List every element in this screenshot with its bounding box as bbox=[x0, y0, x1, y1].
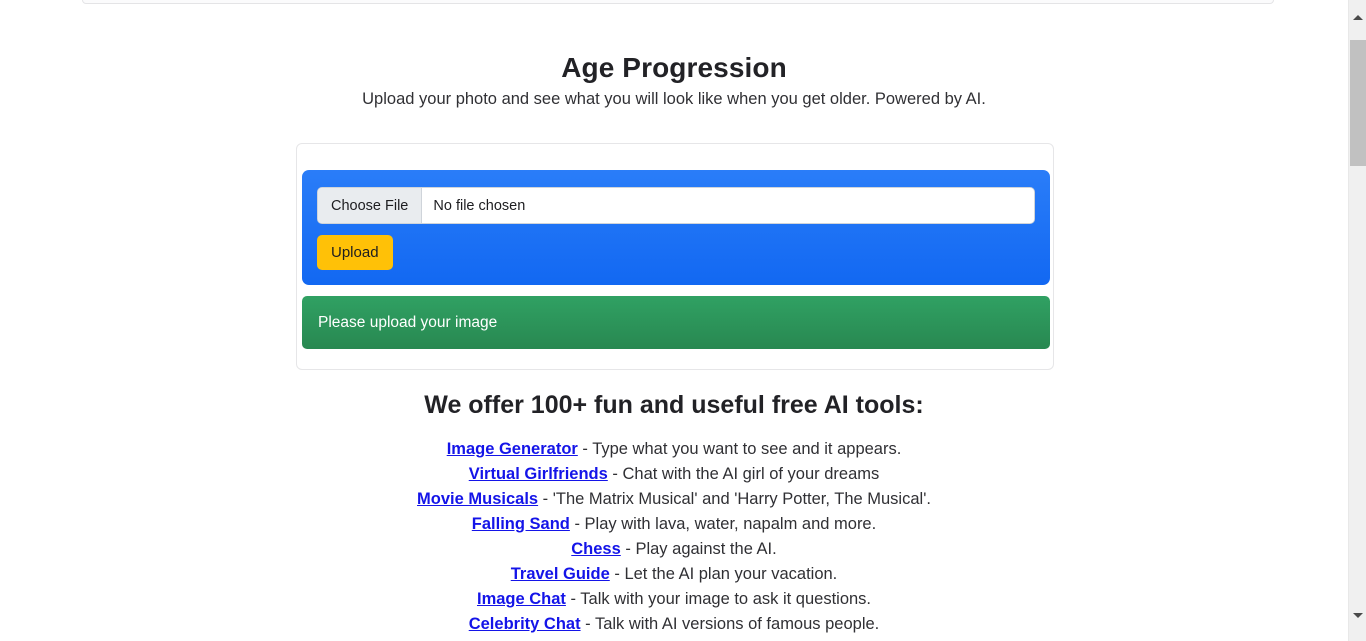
choose-file-button[interactable]: Choose File bbox=[318, 188, 423, 223]
page-title: Age Progression bbox=[561, 52, 787, 83]
tool-link-travel-guide[interactable]: Travel Guide bbox=[511, 565, 610, 583]
tool-description: - Type what you want to see and it appea… bbox=[577, 440, 902, 458]
browser-viewport: Age Progression Upload your photo and se… bbox=[0, 0, 1366, 641]
tool-description: - Talk with AI versions of famous people… bbox=[580, 615, 880, 633]
chevron-up-icon[interactable] bbox=[1349, 9, 1366, 26]
list-item: Movie Musicals - 'The Matrix Musical' an… bbox=[0, 487, 1348, 512]
file-input[interactable]: Choose File No file chosen bbox=[317, 187, 1035, 224]
scrolled-offscreen-panel-edge bbox=[82, 0, 1274, 4]
list-item: Falling Sand - Play with lava, water, na… bbox=[0, 512, 1348, 537]
tool-description: - Play with lava, water, napalm and more… bbox=[569, 515, 877, 533]
vertical-scrollbar[interactable] bbox=[1348, 0, 1366, 641]
tool-link-chess[interactable]: Chess bbox=[571, 540, 621, 558]
tool-link-virtual-girlfriends[interactable]: Virtual Girlfriends bbox=[469, 465, 608, 483]
list-item: Chess - Play against the AI. bbox=[0, 537, 1348, 562]
tool-description: - Talk with your image to ask it questio… bbox=[565, 590, 872, 608]
list-item: Image Generator - Type what you want to … bbox=[0, 437, 1348, 462]
tool-link-image-chat[interactable]: Image Chat bbox=[477, 590, 566, 608]
tool-description: - Play against the AI. bbox=[620, 540, 777, 558]
tool-link-image-generator[interactable]: Image Generator bbox=[447, 440, 578, 458]
upload-card: Choose File No file chosen Upload Please… bbox=[296, 143, 1054, 370]
upload-button[interactable]: Upload bbox=[317, 235, 393, 270]
upload-form: Choose File No file chosen Upload bbox=[302, 170, 1050, 285]
tool-link-movie-musicals[interactable]: Movie Musicals bbox=[417, 490, 538, 508]
scrollbar-thumb[interactable] bbox=[1350, 40, 1366, 166]
status-message-text: Please upload your image bbox=[318, 313, 498, 331]
tools-list: Image Generator - Type what you want to … bbox=[0, 437, 1348, 637]
tool-description: - Chat with the AI girl of your dreams bbox=[607, 465, 880, 483]
tools-heading: We offer 100+ fun and useful free AI too… bbox=[424, 391, 924, 419]
tool-link-falling-sand[interactable]: Falling Sand bbox=[472, 515, 570, 533]
status-message-bar: Please upload your image bbox=[302, 296, 1050, 349]
file-name-display: No file chosen bbox=[422, 188, 1034, 223]
list-item: Image Chat - Talk with your image to ask… bbox=[0, 587, 1348, 612]
page-content: Age Progression Upload your photo and se… bbox=[0, 0, 1348, 641]
tool-description: - 'The Matrix Musical' and 'Harry Potter… bbox=[538, 490, 931, 508]
list-item: Celebrity Chat - Talk with AI versions o… bbox=[0, 612, 1348, 637]
page-subtitle: Upload your photo and see what you will … bbox=[362, 90, 986, 108]
list-item: Virtual Girlfriends - Chat with the AI g… bbox=[0, 462, 1348, 487]
tool-link-celebrity-chat[interactable]: Celebrity Chat bbox=[469, 615, 581, 633]
tool-description: - Let the AI plan your vacation. bbox=[609, 565, 838, 583]
chevron-down-icon[interactable] bbox=[1349, 607, 1366, 624]
list-item: Travel Guide - Let the AI plan your vaca… bbox=[0, 562, 1348, 587]
